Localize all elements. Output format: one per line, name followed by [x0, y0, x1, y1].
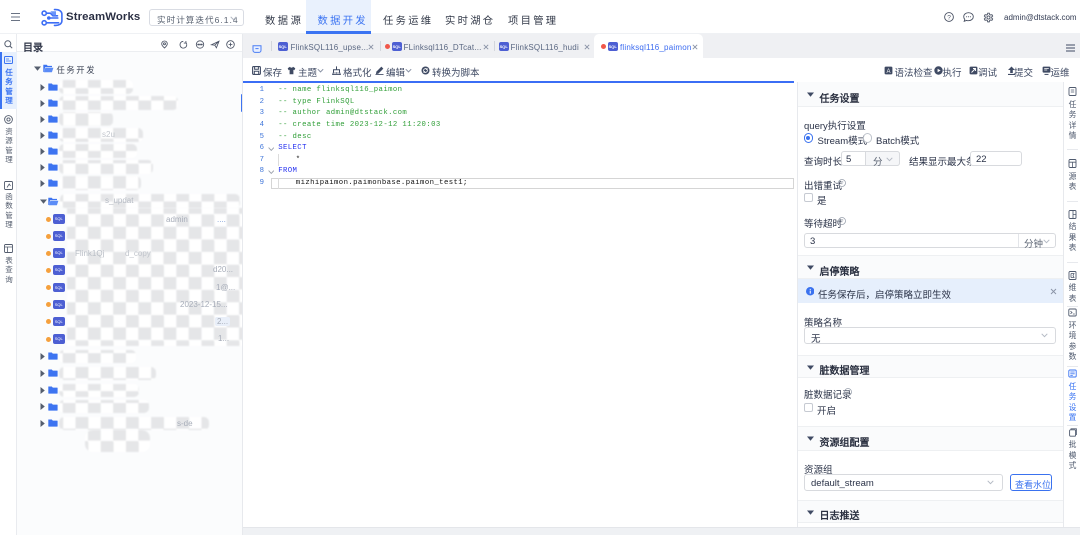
svg-text:A: A	[886, 68, 890, 74]
svg-text:?: ?	[841, 180, 844, 186]
svg-text:?: ?	[847, 389, 850, 395]
svg-text:?: ?	[841, 219, 844, 225]
svg-text:?: ?	[947, 14, 951, 21]
